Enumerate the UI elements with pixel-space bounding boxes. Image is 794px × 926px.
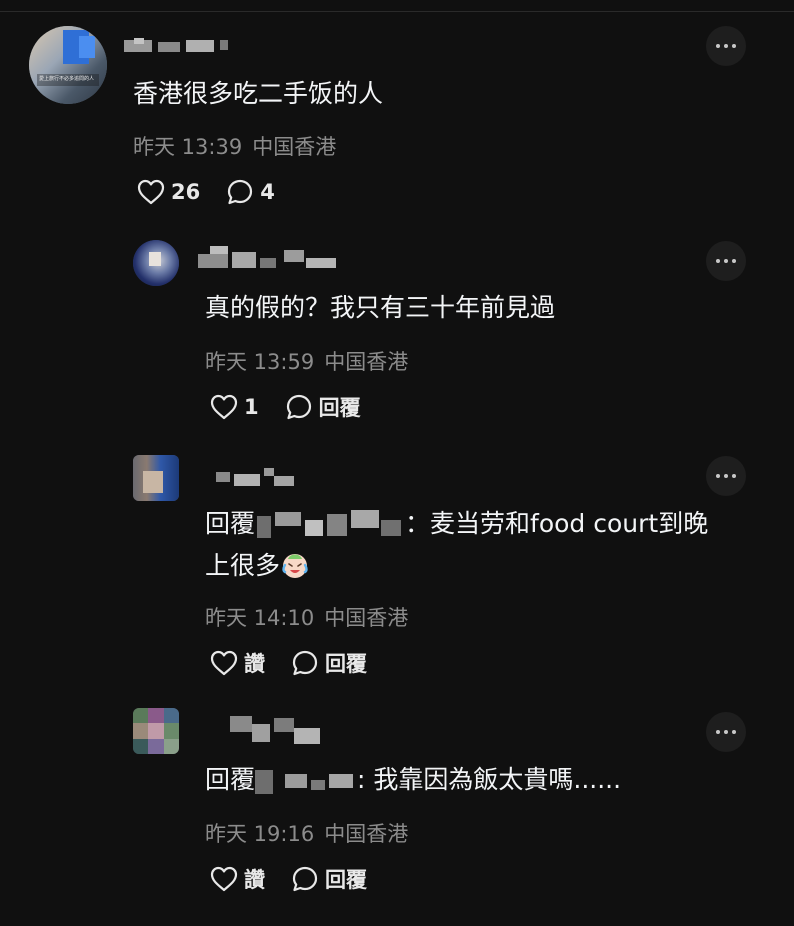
comment-location: 中国香港 bbox=[252, 135, 337, 159]
reply-button[interactable]: 4 bbox=[226, 178, 275, 206]
reply-label: 回覆 bbox=[325, 652, 367, 676]
comment-actions: 1 回覆 bbox=[210, 390, 387, 424]
comment-meta: 昨天 13:59 中国香港 bbox=[205, 346, 408, 376]
like-button[interactable]: 讚 bbox=[210, 648, 265, 678]
comment-actions: 26 4 bbox=[137, 175, 301, 209]
reply-prefix: 回覆 bbox=[205, 509, 256, 538]
reply-button[interactable]: 回覆 bbox=[291, 864, 367, 894]
speech-bubble-icon bbox=[286, 394, 311, 420]
like-label: 讚 bbox=[244, 868, 265, 892]
avatar[interactable] bbox=[133, 455, 179, 501]
comment-time: 昨天 13:59 bbox=[205, 350, 315, 374]
avatar[interactable]: 愛上旅行不必多追問的人 bbox=[29, 26, 107, 104]
comment-time: 昨天 19:16 bbox=[205, 822, 315, 846]
like-count: 1 bbox=[244, 395, 259, 419]
like-button[interactable]: 26 bbox=[137, 179, 200, 205]
comment-text: 香港很多吃二手饭的人 bbox=[133, 79, 384, 108]
heart-icon bbox=[137, 179, 165, 205]
comment-meta: 昨天 14:10 中国香港 bbox=[205, 602, 408, 632]
like-button[interactable]: 讚 bbox=[210, 864, 265, 894]
reply-button[interactable]: 回覆 bbox=[291, 648, 367, 678]
crying-laughing-face-emoji bbox=[282, 554, 308, 578]
heart-icon bbox=[210, 394, 238, 420]
avatar[interactable] bbox=[133, 708, 179, 754]
reply-label: 回覆 bbox=[325, 868, 367, 892]
comment-meta: 昨天 13:39 中国香港 bbox=[133, 131, 336, 161]
more-options-icon bbox=[716, 259, 720, 263]
reply-text: : 我靠因為飯太貴嗎...... bbox=[357, 765, 622, 794]
more-options-button[interactable] bbox=[706, 241, 746, 281]
speech-bubble-icon bbox=[292, 866, 318, 892]
reply-text: ：麦当劳和food court到晚 bbox=[405, 509, 709, 538]
comment-actions: 讚 回覆 bbox=[210, 862, 393, 896]
more-options-button[interactable] bbox=[706, 456, 746, 496]
heart-icon bbox=[210, 650, 238, 676]
comment-time: 昨天 13:39 bbox=[133, 135, 243, 159]
comment-text: 回覆 : 我靠因為飯太貴嗎...... bbox=[205, 759, 621, 801]
top-divider bbox=[0, 11, 794, 12]
comment-location: 中国香港 bbox=[324, 606, 409, 630]
reply-text-line2: 上很多 bbox=[205, 551, 281, 580]
comment-location: 中国香港 bbox=[324, 822, 409, 846]
more-options-button[interactable] bbox=[706, 26, 746, 66]
more-options-icon bbox=[716, 474, 720, 478]
like-count: 26 bbox=[171, 180, 201, 204]
avatar-caption: 愛上旅行不必多追問的人 bbox=[39, 76, 95, 82]
mentioned-username-blurred[interactable] bbox=[255, 766, 357, 796]
comment-time: 昨天 14:10 bbox=[205, 606, 315, 630]
reply-button[interactable]: 回覆 bbox=[285, 392, 361, 422]
reply-prefix: 回覆 bbox=[205, 765, 256, 794]
reply-label: 回覆 bbox=[318, 396, 361, 420]
comment-location: 中国香港 bbox=[324, 350, 409, 374]
username-blurred[interactable] bbox=[230, 716, 322, 748]
username-blurred[interactable] bbox=[198, 246, 340, 270]
comment-text: 真的假的？我只有三十年前見過 bbox=[205, 293, 556, 322]
more-options-icon bbox=[716, 44, 720, 48]
more-options-button[interactable] bbox=[706, 712, 746, 752]
avatar[interactable] bbox=[133, 240, 179, 286]
like-button[interactable]: 1 bbox=[210, 394, 259, 420]
mentioned-username-blurred[interactable] bbox=[255, 510, 405, 540]
reply-count: 4 bbox=[260, 180, 275, 204]
speech-bubble-icon bbox=[228, 179, 253, 205]
comment-actions: 讚 回覆 bbox=[210, 646, 393, 680]
speech-bubble-icon bbox=[292, 650, 318, 676]
like-label: 讚 bbox=[244, 652, 265, 676]
heart-icon bbox=[210, 866, 238, 892]
username-blurred[interactable] bbox=[216, 468, 296, 492]
username-blurred[interactable] bbox=[124, 38, 228, 62]
comment-meta: 昨天 19:16 中国香港 bbox=[205, 818, 408, 848]
comment-text: 回覆 ：麦当劳和food court到晚上很多 bbox=[205, 503, 745, 587]
more-options-icon bbox=[716, 730, 720, 734]
